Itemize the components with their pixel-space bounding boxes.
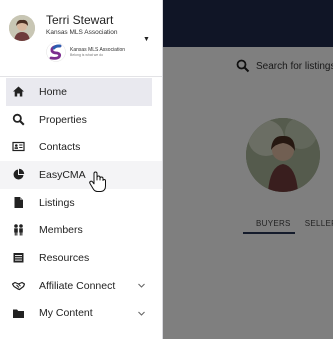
sidebar-item-label: Contacts [39, 141, 81, 154]
avatar[interactable] [9, 15, 35, 41]
chevron-down-icon[interactable] [137, 309, 146, 318]
sidebar-item-resources[interactable]: Resources [0, 244, 162, 272]
folder-icon [13, 309, 24, 318]
sidebar-item-label: Listings [39, 196, 75, 209]
navigation-drawer: Terri Stewart Kansas MLS Association ▼ K… [0, 0, 163, 339]
sidebar-item-label: Home [39, 85, 68, 98]
sidebar-item-affiliate-connect[interactable]: Affiliate Connect [0, 272, 162, 300]
contact-card-icon [12, 142, 25, 152]
hand-pointer-cursor-icon [89, 171, 106, 192]
sidebar-item-properties[interactable]: Properties [0, 106, 162, 134]
home-icon [13, 86, 24, 97]
sidebar-nav: Home Properties Contacts EasyCMA Listing… [0, 78, 162, 327]
kansas-mls-logo-icon [46, 42, 66, 62]
chevron-down-icon[interactable] [137, 281, 146, 290]
sidebar-item-listings[interactable]: Listings [0, 189, 162, 217]
document-icon [14, 196, 23, 208]
sidebar-item-home[interactable]: Home [6, 78, 152, 106]
sidebar-item-my-content[interactable]: My Content [0, 300, 162, 328]
sidebar-item-label: My Content [39, 307, 93, 320]
organization-logo: Kansas MLS Association Belong is what we… [46, 41, 146, 63]
members-icon [14, 224, 23, 236]
sidebar-item-label: Resources [39, 251, 90, 264]
pie-chart-icon [13, 168, 25, 180]
sidebar-item-members[interactable]: Members [0, 216, 162, 244]
sidebar-item-label: Affiliate Connect [39, 279, 116, 292]
sidebar-item-label: EasyCMA [39, 168, 86, 181]
sidebar-item-label: Properties [39, 113, 87, 126]
drawer-header: Terri Stewart Kansas MLS Association ▼ K… [0, 0, 162, 77]
sidebar-item-label: Members [39, 224, 83, 237]
search-icon [12, 113, 25, 126]
sidebar-item-contacts[interactable]: Contacts [0, 133, 162, 161]
user-name: Terri Stewart [46, 13, 114, 27]
sidebar-item-easycma[interactable]: EasyCMA [0, 161, 162, 189]
resources-icon [13, 253, 24, 263]
handshake-icon [12, 281, 25, 290]
organization-logo-tagline: Belong is what we do [70, 53, 104, 57]
user-organization: Kansas MLS Association [46, 29, 118, 36]
